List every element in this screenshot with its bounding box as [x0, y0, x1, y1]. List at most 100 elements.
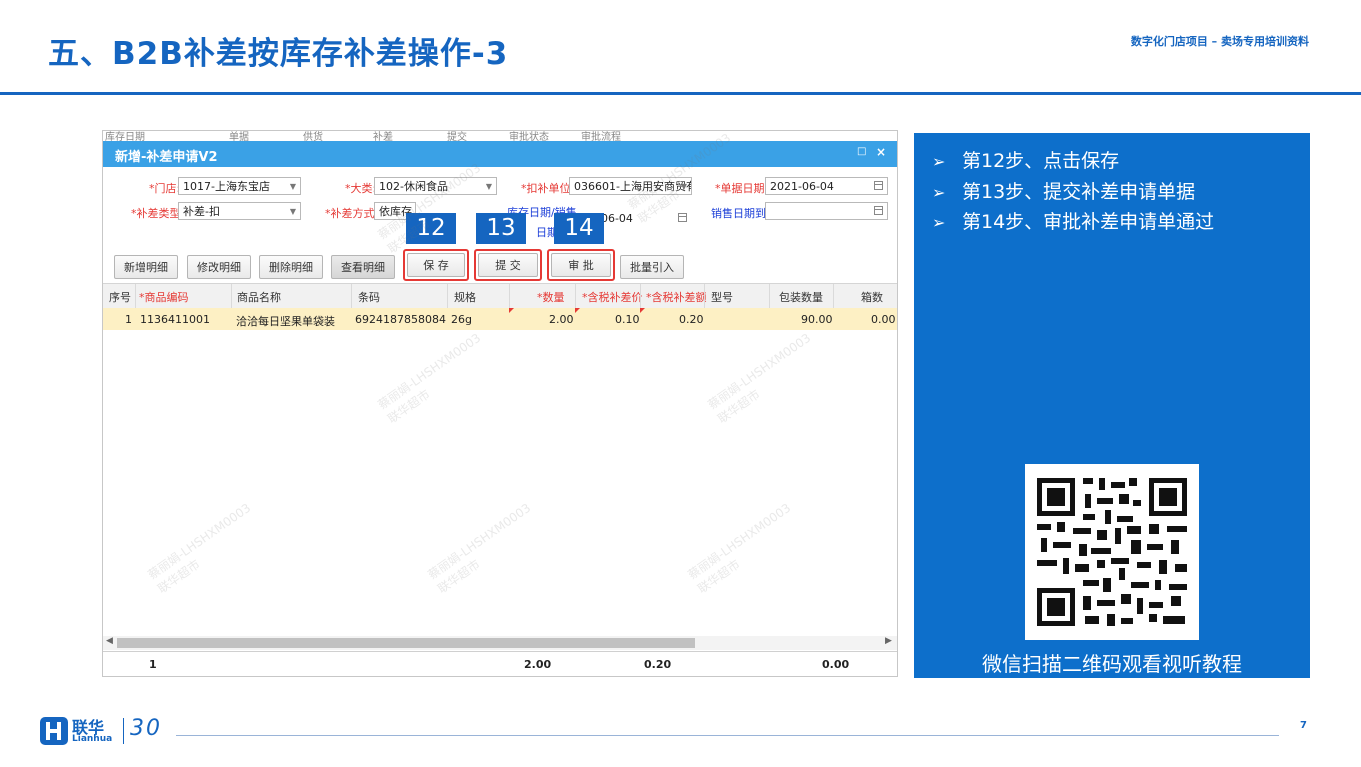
- watermark-text: 蔡丽娟-LHSHXM0003: [375, 330, 484, 413]
- anniversary-mark: 30: [130, 716, 162, 741]
- horizontal-scrollbar[interactable]: ◀ ▶: [103, 636, 897, 650]
- column-header[interactable]: 序号: [109, 289, 131, 305]
- step-text: 第12步、点击保存: [962, 150, 1120, 172]
- column-divider: [231, 284, 232, 308]
- doc-date-value: 2021-06-04: [770, 180, 834, 193]
- step-text: 第13步、提交补差申请单据: [962, 181, 1196, 203]
- dropdown-arrow-icon: ▼: [289, 207, 296, 216]
- red-corner-marker: [509, 308, 514, 313]
- close-icon[interactable]: ×: [876, 145, 886, 159]
- deduct-unit-label: *扣补单位:: [521, 182, 575, 195]
- category-select[interactable]: 102-休闲食品 ▼: [374, 177, 497, 195]
- sales-date-to-label: 销售日期到:: [711, 207, 770, 220]
- arrow-bullet-icon: ➢: [932, 152, 946, 171]
- column-divider: [704, 284, 705, 308]
- cell-diff-amount: 0.20: [679, 313, 704, 326]
- scroll-left-icon[interactable]: ◀: [106, 636, 113, 646]
- approve-button[interactable]: 审 批: [551, 253, 611, 277]
- grid-header: 序号 *商品编码 商品名称 条码 规格 *数量 *含税补差价 *含税补差额 型号…: [103, 283, 897, 309]
- cell-diff-price: 0.10: [615, 313, 640, 326]
- application-window: 库存日期 单据 供货 补差 提交 审批状态 审批流程 新增-补差申请V2 □ ×…: [102, 130, 898, 677]
- arrow-bullet-icon: ➢: [932, 213, 946, 232]
- step-item: ➢ 第13步、提交补差申请单据: [932, 177, 1195, 204]
- category-value: 102-休闲食品: [379, 180, 448, 193]
- store-label: *门店:: [149, 182, 181, 195]
- window-title: 新增-补差申请V2: [115, 150, 218, 165]
- column-divider: [351, 284, 352, 308]
- background-menu: 库存日期 单据 供货 补差 提交 审批状态 审批流程: [103, 131, 897, 141]
- edit-detail-button[interactable]: 修改明细: [187, 255, 251, 279]
- column-divider: [509, 284, 510, 308]
- doc-date-input[interactable]: 2021-06-04: [765, 177, 888, 195]
- column-header[interactable]: 包装数量: [779, 289, 823, 305]
- calendar-icon[interactable]: [678, 213, 687, 222]
- bottom-divider: [176, 735, 1279, 736]
- cell-barcode: 6924187858084: [355, 313, 446, 326]
- store-value: 1017-上海东宝店: [183, 180, 270, 193]
- background-menu-item: 审批状态: [509, 132, 549, 141]
- batch-import-button[interactable]: 批量引入: [620, 255, 684, 279]
- watermark-text: 蔡丽娟-LHSHXM0003: [705, 330, 814, 413]
- window-title-bar: 新增-补差申请V2 □ ×: [103, 141, 897, 167]
- doc-date-label: *单据日期:: [715, 182, 769, 195]
- column-header[interactable]: *数量: [537, 289, 565, 305]
- step-item: ➢ 第14步、审批补差申请单通过: [932, 207, 1214, 234]
- view-detail-button[interactable]: 查看明细: [331, 255, 395, 279]
- scroll-right-icon[interactable]: ▶: [885, 636, 892, 646]
- total-quantity: 2.00: [524, 658, 552, 671]
- background-menu-item: 供货: [303, 132, 323, 141]
- watermark-text: 联华超市: [695, 557, 743, 597]
- cell-pack-qty: 90.00: [801, 313, 833, 326]
- column-header[interactable]: *商品编码: [139, 289, 189, 305]
- column-header[interactable]: 型号: [711, 289, 733, 305]
- calendar-icon[interactable]: [874, 181, 883, 190]
- cell-spec: 26g: [451, 313, 472, 326]
- column-divider: [833, 284, 834, 308]
- watermark: 蔡丽娟-LHSHXM0003联华超市: [374, 329, 493, 427]
- scrollbar-thumb[interactable]: [117, 638, 695, 648]
- submit-button[interactable]: 提 交: [478, 253, 538, 277]
- add-detail-button[interactable]: 新增明细: [114, 255, 178, 279]
- type-value: 补差-扣: [183, 205, 220, 218]
- column-header[interactable]: *含税补差额: [646, 289, 707, 305]
- step-badge-14: 14: [554, 213, 604, 244]
- table-row[interactable]: 1 1136411001 洽洽每日坚果单袋装 6924187858084 26g…: [103, 308, 897, 330]
- top-divider: [0, 92, 1361, 95]
- save-button[interactable]: 保 存: [407, 253, 465, 277]
- red-corner-marker: [575, 308, 580, 313]
- maximize-icon[interactable]: □: [857, 146, 866, 157]
- type-label: *补差类型:: [131, 207, 185, 220]
- total-amount: 0.20: [644, 658, 672, 671]
- background-menu-item: 审批流程: [581, 132, 621, 141]
- deduct-unit-select[interactable]: 036601-上海用安商贸有 ▼: [569, 177, 692, 195]
- arrow-bullet-icon: ➢: [932, 183, 946, 202]
- column-header[interactable]: 条码: [358, 289, 380, 305]
- calendar-icon[interactable]: [874, 206, 883, 215]
- watermark-text: 联华超市: [715, 387, 763, 427]
- step-item: ➢ 第12步、点击保存: [932, 146, 1119, 173]
- sales-date-to-input[interactable]: [765, 202, 888, 220]
- cell-product-code: 1136411001: [140, 313, 210, 326]
- background-menu-item: 提交: [447, 132, 467, 141]
- watermark-text: 联华超市: [385, 387, 433, 427]
- column-divider: [447, 284, 448, 308]
- column-header[interactable]: *含税补差价: [582, 289, 643, 305]
- method-label: *补差方式:: [325, 207, 379, 220]
- red-corner-marker: [640, 308, 645, 313]
- dropdown-arrow-icon: ▼: [289, 182, 296, 191]
- watermark: 蔡丽娟-LHSHXM0003联华超市: [684, 499, 803, 597]
- stock-date-input[interactable]: -06-04: [597, 210, 691, 228]
- column-divider: [135, 284, 136, 308]
- category-label: *大类:: [345, 182, 377, 195]
- type-select[interactable]: 补差-扣 ▼: [178, 202, 301, 220]
- column-header[interactable]: 箱数: [861, 289, 883, 305]
- store-select[interactable]: 1017-上海东宝店 ▼: [178, 177, 301, 195]
- instruction-panel: ➢ 第12步、点击保存 ➢ 第13步、提交补差申请单据 ➢ 第14步、审批补差申请单通…: [914, 133, 1310, 678]
- qr-caption: 微信扫描二维码观看视听教程: [982, 652, 1242, 676]
- page-number: 7: [1300, 720, 1307, 731]
- column-header[interactable]: 规格: [454, 289, 476, 305]
- total-boxes: 0.00: [822, 658, 850, 671]
- column-header[interactable]: 商品名称: [237, 289, 281, 305]
- watermark-text: 联华超市: [435, 557, 483, 597]
- delete-detail-button[interactable]: 删除明细: [259, 255, 323, 279]
